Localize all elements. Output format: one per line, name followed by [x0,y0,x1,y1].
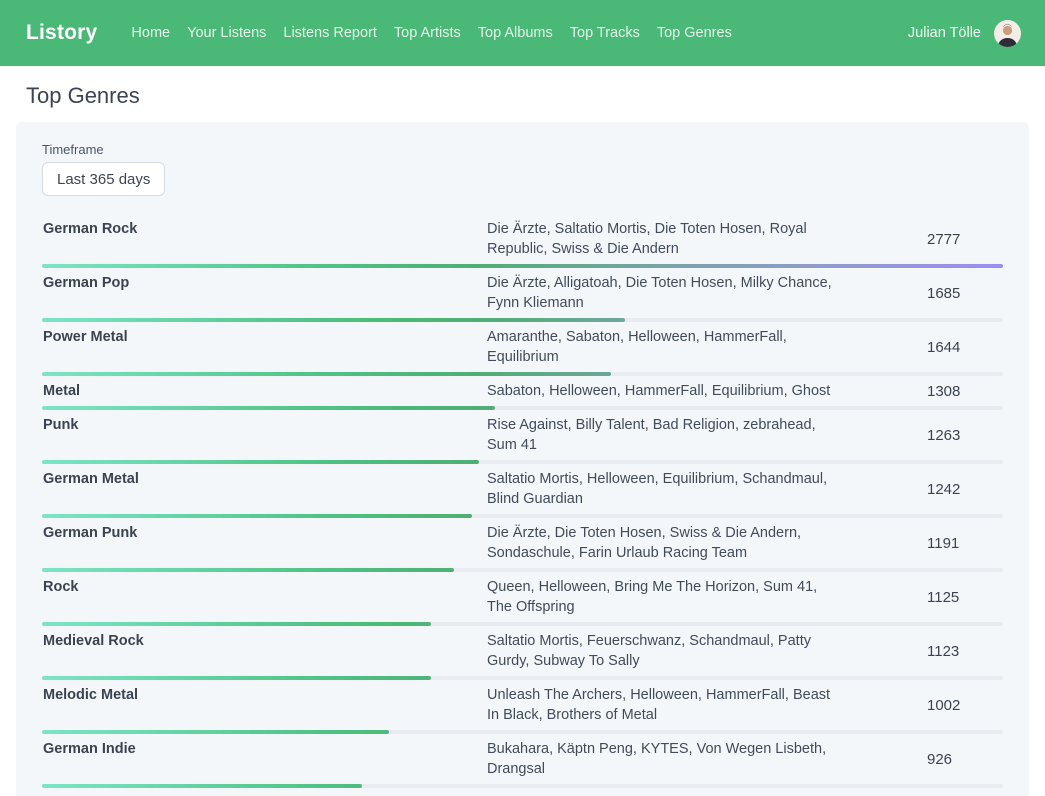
genre-listen-count: 2777 [927,231,1003,248]
nav-item-your-listens[interactable]: Your Listens [187,25,266,41]
avatar-image [994,20,1021,47]
genre-top-artists: Saltatio Mortis, Helloween, Equilibrium,… [487,469,927,509]
page-title: Top Genres [26,83,1029,109]
genre-top-artists: Sabaton, Helloween, HammerFall, Equilibr… [487,381,927,401]
genre-name: Power Metal [42,327,487,347]
genres-table: German RockDie Ärzte, Saltatio Mortis, D… [42,214,1003,788]
genre-row: German PopDie Ärzte, Alligatoah, Die Tot… [42,268,1003,322]
genre-row: RockQueen, Helloween, Bring Me The Horiz… [42,572,1003,626]
brand-logo[interactable]: Listory [26,21,97,45]
genre-listen-count: 1125 [927,589,1003,606]
nav-item-listens-report[interactable]: Listens Report [283,25,377,41]
genre-row: MetalSabaton, Helloween, HammerFall, Equ… [42,376,1003,410]
genre-name: Rock [42,577,487,597]
genre-row: German RockDie Ärzte, Saltatio Mortis, D… [42,214,1003,268]
genre-top-artists: Queen, Helloween, Bring Me The Horizon, … [487,577,927,617]
nav-item-top-artists[interactable]: Top Artists [394,25,461,41]
genre-top-artists: Rise Against, Billy Talent, Bad Religion… [487,415,927,455]
timeframe-select[interactable]: Last 365 days [42,162,165,196]
genre-listen-count: 926 [927,751,1003,768]
genre-listen-count: 1308 [927,383,1003,400]
nav-links: Home Your Listens Listens Report Top Artist… [131,25,731,41]
genre-top-artists: Bukahara, Käptn Peng, KYTES, Von Wegen L… [487,739,927,779]
genre-row: German MetalSaltatio Mortis, Helloween, … [42,464,1003,518]
main-content: Top Genres Timeframe Last 365 days Germa… [0,66,1045,796]
genre-name: German Metal [42,469,487,489]
genre-name: German Pop [42,273,487,293]
genre-name: German Indie [42,739,487,759]
genre-name: German Punk [42,523,487,543]
user-avatar[interactable] [994,20,1021,47]
genre-listen-count: 1242 [927,481,1003,498]
genre-row: Medieval RockSaltatio Mortis, Feuerschwa… [42,626,1003,680]
genre-listen-count: 1123 [927,643,1003,660]
genre-top-artists: Unleash The Archers, Helloween, HammerFa… [487,685,927,725]
genre-top-artists: Amaranthe, Sabaton, Helloween, HammerFal… [487,327,927,367]
nav-item-top-albums[interactable]: Top Albums [478,25,553,41]
genre-listen-count: 1685 [927,285,1003,302]
nav-item-home[interactable]: Home [131,25,170,41]
genre-name: Medieval Rock [42,631,487,651]
genre-row: German PunkDie Ärzte, Die Toten Hosen, S… [42,518,1003,572]
genre-bar-track [42,784,1003,788]
genre-top-artists: Die Ärzte, Alligatoah, Die Toten Hosen, … [487,273,927,313]
timeframe-label: Timeframe [42,142,1003,157]
genre-top-artists: Die Ärzte, Die Toten Hosen, Swiss & Die … [487,523,927,563]
genre-name: Punk [42,415,487,435]
genre-row: Power MetalAmaranthe, Sabaton, Helloween… [42,322,1003,376]
user-menu: Julian Tölle [908,20,1021,47]
genre-row: PunkRise Against, Billy Talent, Bad Reli… [42,410,1003,464]
genre-listen-count: 1263 [927,427,1003,444]
genre-name: Metal [42,381,487,401]
user-name[interactable]: Julian Tölle [908,25,981,41]
genre-row: German IndieBukahara, Käptn Peng, KYTES,… [42,734,1003,788]
timeframe-filter: Timeframe Last 365 days [42,142,1003,196]
genre-listen-count: 1644 [927,339,1003,356]
navbar: Listory Home Your Listens Listens Report To… [0,0,1045,66]
nav-item-top-genres[interactable]: Top Genres [657,25,732,41]
genre-name: Melodic Metal [42,685,487,705]
genre-row: Melodic MetalUnleash The Archers, Hellow… [42,680,1003,734]
genre-bar [42,784,362,788]
genre-top-artists: Die Ärzte, Saltatio Mortis, Die Toten Ho… [487,219,927,259]
genre-listen-count: 1191 [927,535,1003,552]
genre-top-artists: Saltatio Mortis, Feuerschwanz, Schandmau… [487,631,927,671]
nav-item-top-tracks[interactable]: Top Tracks [570,25,640,41]
genre-listen-count: 1002 [927,697,1003,714]
genres-card: Timeframe Last 365 days German RockDie Ä… [16,122,1029,796]
genre-name: German Rock [42,219,487,239]
